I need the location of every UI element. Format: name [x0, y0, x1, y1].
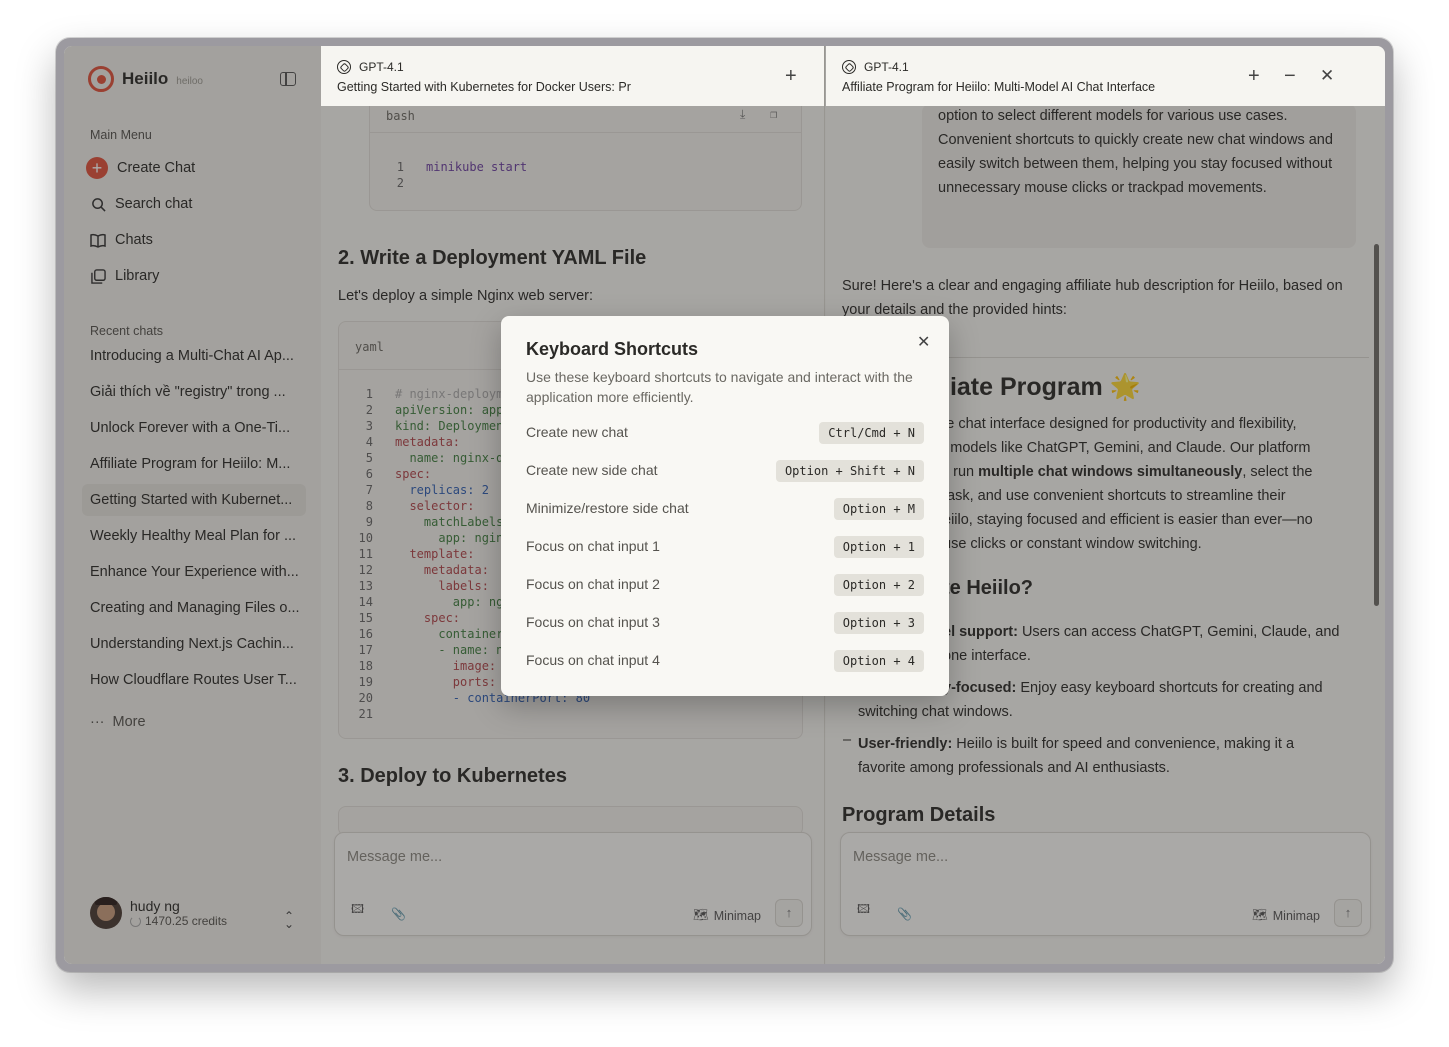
new-chat-plus-icon[interactable]: + — [785, 66, 797, 86]
model-selector[interactable]: GPT-4.1 — [337, 60, 808, 74]
shortcut-label: Focus on chat input 1 — [526, 538, 660, 554]
shortcut-label: Focus on chat input 4 — [526, 652, 660, 668]
shortcut-label: Minimize/restore side chat — [526, 500, 689, 516]
shortcut-keys: Ctrl/Cmd + N — [819, 422, 924, 444]
model-name: GPT-4.1 — [864, 60, 909, 74]
shortcut-keys: Option + M — [833, 498, 924, 520]
keyboard-shortcuts-dialog: Keyboard Shortcuts ✕ Use these keyboard … — [501, 316, 949, 696]
shortcut-label: Focus on chat input 3 — [526, 614, 660, 630]
minimize-icon[interactable]: − — [1284, 66, 1296, 86]
dialog-title: Keyboard Shortcuts — [526, 339, 699, 359]
shortcut-label: Create new chat — [526, 424, 628, 440]
openai-icon — [842, 60, 856, 74]
shortcut-keys: Option + 1 — [833, 536, 924, 558]
pane-header: GPT-4.1 Getting Started with Kubernetes … — [321, 46, 824, 106]
shortcut-keys: Option + 3 — [833, 612, 924, 634]
dialog-description: Use these keyboard shortcuts to navigate… — [526, 369, 913, 405]
pane-header: GPT-4.1 Affiliate Program for Heiilo: Mu… — [826, 46, 1385, 106]
model-name: GPT-4.1 — [359, 60, 404, 74]
shortcut-label: Create new side chat — [526, 462, 658, 478]
openai-icon — [337, 60, 351, 74]
shortcut-row: Focus on chat input 1 Option + 1 — [526, 536, 924, 558]
shortcut-label: Focus on chat input 2 — [526, 576, 660, 592]
new-side-chat-plus-icon[interactable]: + — [1248, 66, 1260, 86]
chat-title: Getting Started with Kubernetes for Dock… — [337, 80, 631, 94]
close-icon[interactable]: ✕ — [1320, 66, 1334, 86]
shortcut-keys: Option + 2 — [833, 574, 924, 596]
shortcut-row: Focus on chat input 2 Option + 2 — [526, 574, 924, 596]
shortcut-row: Focus on chat input 4 Option + 4 — [526, 650, 924, 672]
shortcut-row: Focus on chat input 3 Option + 3 — [526, 612, 924, 634]
close-icon[interactable]: ✕ — [917, 332, 930, 352]
shortcut-keys: Option + 4 — [833, 650, 924, 672]
shortcut-keys: Option + Shift + N — [775, 460, 924, 482]
shortcut-row: Create new chat Ctrl/Cmd + N — [526, 422, 924, 444]
shortcut-row: Create new side chat Option + Shift + N — [526, 460, 924, 482]
shortcut-row: Minimize/restore side chat Option + M — [526, 498, 924, 520]
chat-title: Affiliate Program for Heiilo: Multi-Mode… — [842, 80, 1156, 94]
